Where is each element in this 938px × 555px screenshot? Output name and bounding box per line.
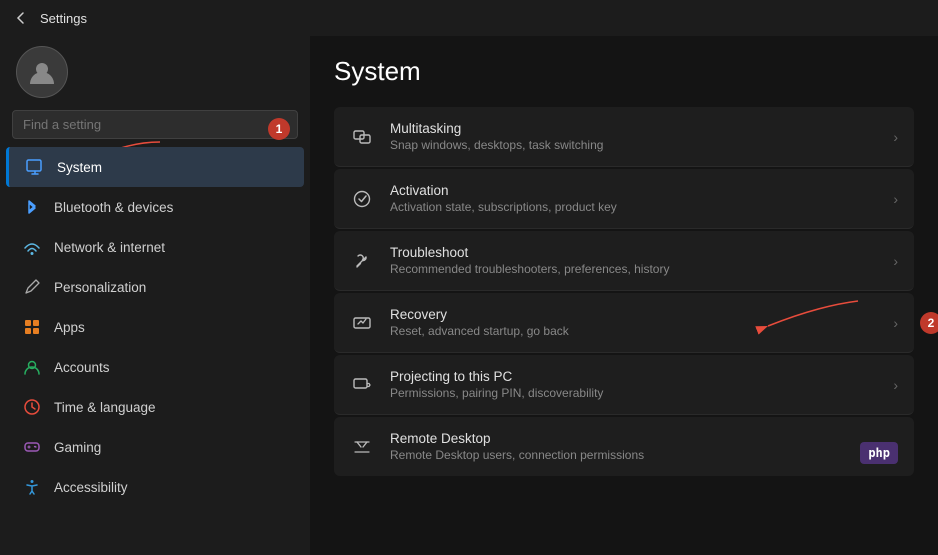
apps-icon xyxy=(22,317,42,337)
page-title: System xyxy=(334,56,914,87)
multitasking-text: Multitasking Snap windows, desktops, tas… xyxy=(390,121,877,152)
settings-item-multitasking[interactable]: Multitasking Snap windows, desktops, tas… xyxy=(334,107,914,167)
gaming-icon xyxy=(22,437,42,457)
sidebar-item-gaming-label: Gaming xyxy=(54,440,101,455)
accessibility-icon xyxy=(22,477,42,497)
remote-desktop-text: Remote Desktop Remote Desktop users, con… xyxy=(390,431,877,462)
avatar-area[interactable] xyxy=(0,36,310,110)
annotation-1: 1 xyxy=(268,118,290,140)
multitasking-desc: Snap windows, desktops, task switching xyxy=(390,138,877,152)
sidebar-item-personalization[interactable]: Personalization xyxy=(6,267,304,307)
projecting-title: Projecting to this PC xyxy=(390,369,877,384)
sidebar-nav: System Bluetooth & devices xyxy=(0,147,310,507)
troubleshoot-icon xyxy=(350,249,374,273)
sidebar-item-gaming[interactable]: Gaming xyxy=(6,427,304,467)
multitasking-chevron: › xyxy=(893,129,898,145)
projecting-chevron: › xyxy=(893,377,898,393)
settings-list: Multitasking Snap windows, desktops, tas… xyxy=(334,107,914,476)
main-layout: 1 Sy xyxy=(0,36,938,555)
recovery-title: Recovery xyxy=(390,307,877,322)
search-input[interactable] xyxy=(12,110,298,139)
sidebar-item-network[interactable]: Network & internet xyxy=(6,227,304,267)
sidebar-item-personalization-label: Personalization xyxy=(54,280,146,295)
settings-item-remote-desktop[interactable]: Remote Desktop Remote Desktop users, con… xyxy=(334,417,914,476)
sidebar-item-accessibility[interactable]: Accessibility xyxy=(6,467,304,507)
troubleshoot-text: Troubleshoot Recommended troubleshooters… xyxy=(390,245,877,276)
troubleshoot-desc: Recommended troubleshooters, preferences… xyxy=(390,262,877,276)
projecting-icon xyxy=(350,373,374,397)
title-bar: Settings xyxy=(0,0,938,36)
sidebar-item-system-label: System xyxy=(57,160,102,175)
recovery-desc: Reset, advanced startup, go back xyxy=(390,324,877,338)
projecting-desc: Permissions, pairing PIN, discoverabilit… xyxy=(390,386,877,400)
settings-item-recovery[interactable]: Recovery Reset, advanced startup, go bac… xyxy=(334,293,914,353)
avatar xyxy=(16,46,68,98)
activation-text: Activation Activation state, subscriptio… xyxy=(390,183,877,214)
system-icon xyxy=(25,157,45,177)
bluetooth-icon xyxy=(22,197,42,217)
activation-chevron: › xyxy=(893,191,898,207)
settings-item-activation[interactable]: Activation Activation state, subscriptio… xyxy=(334,169,914,229)
multitasking-icon xyxy=(350,125,374,149)
sidebar-item-apps[interactable]: Apps xyxy=(6,307,304,347)
sidebar-item-bluetooth[interactable]: Bluetooth & devices xyxy=(6,187,304,227)
troubleshoot-chevron: › xyxy=(893,253,898,269)
projecting-text: Projecting to this PC Permissions, pairi… xyxy=(390,369,877,400)
personalization-icon xyxy=(22,277,42,297)
sidebar-item-network-label: Network & internet xyxy=(54,240,165,255)
sidebar-item-system[interactable]: System xyxy=(6,147,304,187)
php-badge: php xyxy=(860,442,898,464)
back-button[interactable] xyxy=(12,9,30,27)
settings-item-projecting[interactable]: Projecting to this PC Permissions, pairi… xyxy=(334,355,914,415)
troubleshoot-title: Troubleshoot xyxy=(390,245,877,260)
activation-title: Activation xyxy=(390,183,877,198)
activation-icon xyxy=(350,187,374,211)
sidebar: 1 Sy xyxy=(0,36,310,555)
remote-desktop-desc: Remote Desktop users, connection permiss… xyxy=(390,448,877,462)
sidebar-item-apps-label: Apps xyxy=(54,320,85,335)
sidebar-item-time[interactable]: Time & language xyxy=(6,387,304,427)
remote-desktop-title: Remote Desktop xyxy=(390,431,877,446)
sidebar-item-accounts-label: Accounts xyxy=(54,360,110,375)
sidebar-item-time-label: Time & language xyxy=(54,400,156,415)
accounts-icon xyxy=(22,357,42,377)
time-icon xyxy=(22,397,42,417)
recovery-text: Recovery Reset, advanced startup, go bac… xyxy=(390,307,877,338)
recovery-chevron: › xyxy=(893,315,898,331)
sidebar-item-bluetooth-label: Bluetooth & devices xyxy=(54,200,173,215)
multitasking-title: Multitasking xyxy=(390,121,877,136)
content-area: System Multitasking Snap windows, deskto… xyxy=(310,36,938,555)
activation-desc: Activation state, subscriptions, product… xyxy=(390,200,877,214)
annotation-2: 2 xyxy=(920,312,938,334)
app-title: Settings xyxy=(40,11,87,26)
remote-desktop-icon xyxy=(350,435,374,459)
network-icon xyxy=(22,237,42,257)
sidebar-item-accessibility-label: Accessibility xyxy=(54,480,128,495)
sidebar-item-accounts[interactable]: Accounts xyxy=(6,347,304,387)
settings-item-troubleshoot[interactable]: Troubleshoot Recommended troubleshooters… xyxy=(334,231,914,291)
recovery-icon xyxy=(350,311,374,335)
